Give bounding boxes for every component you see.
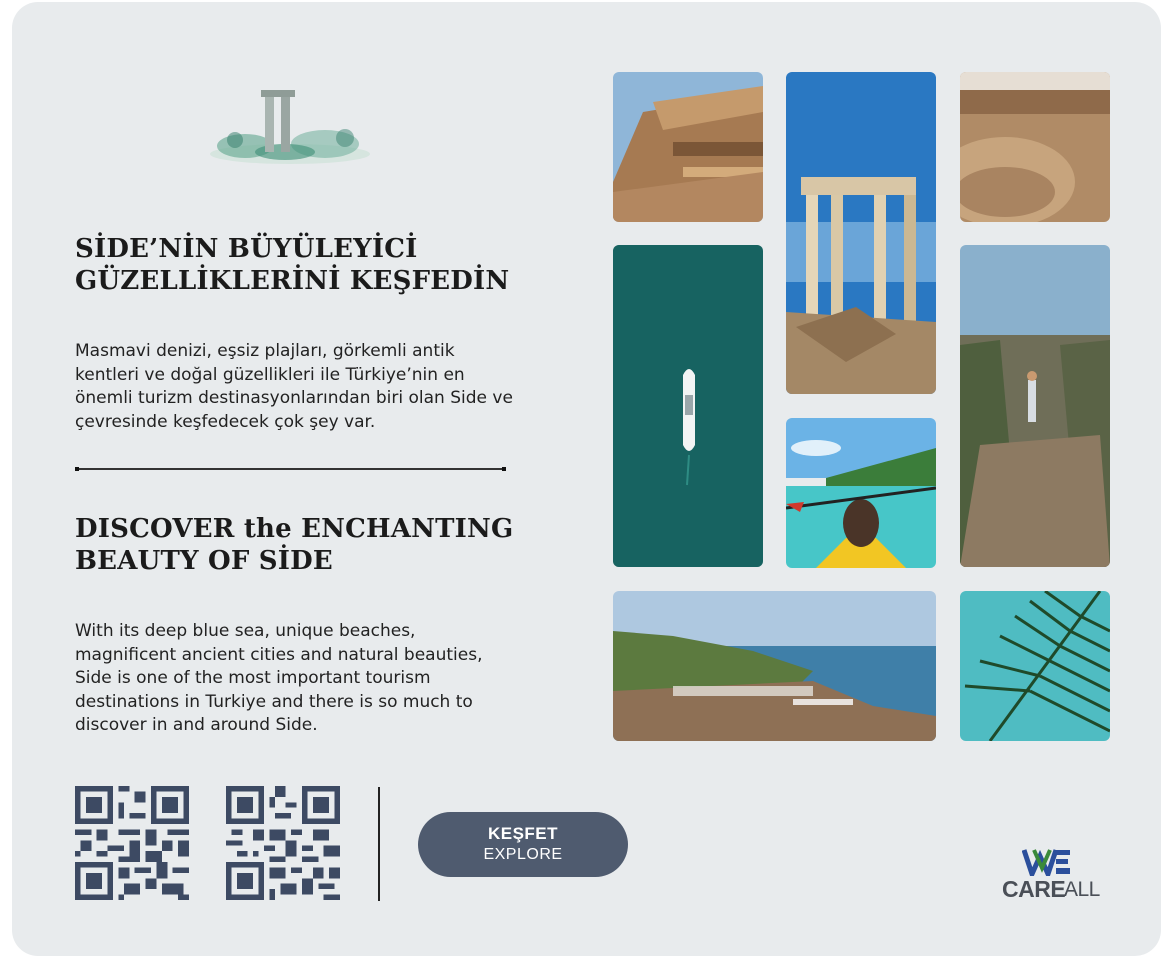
explore-button-label-en: EXPLORE [483, 846, 563, 863]
paragraph-english: With its deep blue sea, unique beaches, … [75, 621, 483, 735]
we-logo-icon [1022, 849, 1070, 876]
photo-hiker-canyon [960, 245, 1110, 567]
paragraph-turkish: Masmavi denizi, eşsiz plajları, görkemli… [75, 341, 513, 432]
photo-kayak [786, 418, 936, 568]
brand-care-text: CARE [1002, 876, 1066, 902]
photo-yacht-sea [613, 245, 763, 567]
qr-code-english[interactable] [226, 786, 340, 900]
explore-button[interactable]: KEŞFET EXPLORE [418, 812, 628, 877]
photo-temple-columns [786, 72, 936, 394]
photo-palm-leaves [960, 591, 1110, 741]
photo-amphitheater [960, 72, 1110, 222]
heading-turkish: SİDE’NİN BÜYÜLEYİCİ GÜZELLİKLERİNİ KEŞFE… [75, 234, 510, 296]
brand-all-text: ALL [1064, 878, 1100, 901]
explore-button-label-tr: KEŞFET [487, 824, 559, 843]
wecareall-logo: CARE ALL [1000, 848, 1108, 904]
vertical-separator [378, 787, 380, 901]
photo-harbor [613, 591, 936, 741]
section-divider [75, 467, 506, 471]
qr-code-turkish[interactable] [75, 786, 189, 900]
photo-temple-frieze [613, 72, 763, 222]
heading-english: DISCOVER the ENCHANTING BEAUTY OF SİDE [75, 514, 514, 576]
ruin-watercolor-logo [210, 90, 370, 164]
